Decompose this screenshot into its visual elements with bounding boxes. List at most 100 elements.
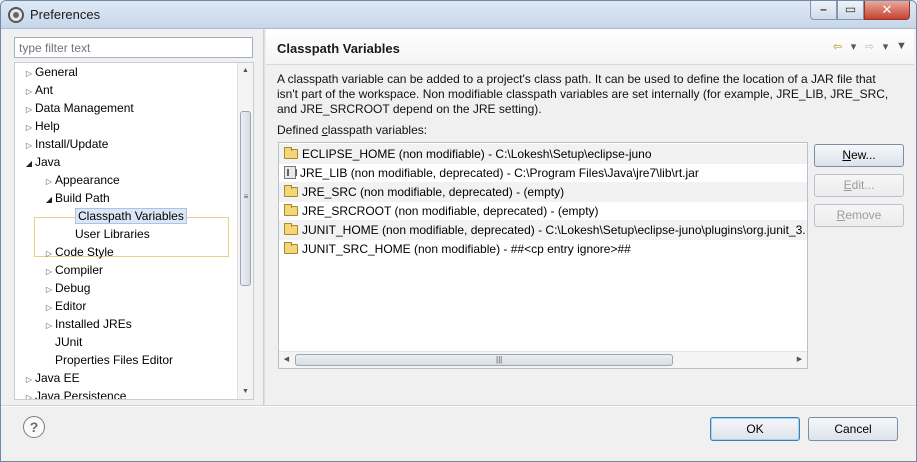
tree-item-label: User Libraries — [75, 227, 150, 241]
forward-dropdown-icon[interactable]: ▾ — [879, 40, 892, 53]
tree-item[interactable]: Properties Files Editor — [43, 351, 173, 369]
folder-icon — [284, 223, 298, 235]
remove-label: emove — [845, 208, 882, 222]
tree-item[interactable]: ◢ Java — [23, 153, 60, 171]
folder-icon — [284, 204, 298, 216]
page-title: Classpath Variables — [277, 41, 400, 56]
list-horizontal-scrollbar[interactable]: ◀ ||| ▶ — [279, 351, 807, 368]
page-header: Classpath Variables ⇦ ▾ ⇨ ▾ ▼ — [266, 29, 914, 65]
ok-button[interactable]: OK — [710, 417, 800, 441]
new-label: ew... — [850, 148, 876, 162]
list-item[interactable]: JRE_SRCROOT (non modifiable, deprecated)… — [279, 201, 807, 221]
list-item[interactable]: JRE_LIB (non modifiable, deprecated) - C… — [279, 163, 807, 183]
forward-arrow-icon[interactable]: ⇨ — [863, 40, 876, 53]
minimize-button[interactable]: – — [810, 1, 837, 20]
tree-item[interactable]: ▷ Java EE — [23, 369, 80, 387]
folder-icon — [284, 185, 298, 197]
grip-icon: ≡ — [243, 192, 249, 201]
tree-item[interactable]: ▷ Data Management — [23, 99, 134, 117]
minimize-icon: – — [820, 2, 827, 16]
new-button[interactable]: New... — [814, 144, 904, 167]
defined-label-suffix: lasspath variables: — [327, 123, 428, 137]
tree-item[interactable]: ▷ Appearance — [43, 171, 120, 189]
scroll-down-icon[interactable]: ▼ — [238, 384, 253, 399]
variable-text: JRE_SRCROOT (non modifiable, deprecated)… — [302, 204, 599, 218]
tree-vertical-scrollbar[interactable]: ▲ ≡ ▼ — [237, 63, 253, 399]
variable-text: JRE_LIB (non modifiable, deprecated) - C… — [300, 166, 699, 180]
tree-item[interactable]: Classpath Variables — [63, 207, 187, 225]
tree-item-label: Classpath Variables — [75, 208, 187, 224]
scroll-up-icon[interactable]: ▲ — [238, 63, 253, 78]
maximize-button[interactable]: ▭ — [837, 1, 864, 20]
help-icon[interactable]: ? — [23, 416, 45, 438]
close-button[interactable]: ✕ — [864, 1, 910, 20]
jar-icon — [284, 166, 297, 179]
filter-input[interactable] — [14, 37, 253, 58]
expanded-twisty-icon[interactable]: ◢ — [23, 155, 35, 173]
tree-item[interactable]: ▷ Installed JREs — [43, 315, 132, 333]
tree-item[interactable]: ▷ Compiler — [43, 261, 103, 279]
tree-item[interactable]: ▷ Code Style — [43, 243, 114, 261]
cancel-button[interactable]: Cancel — [808, 417, 898, 441]
window-title: Preferences — [30, 7, 101, 22]
tree-item-label: Appearance — [55, 173, 120, 187]
footer-divider — [1, 405, 916, 407]
tree-item-label: Compiler — [55, 263, 104, 277]
tree-item[interactable]: ▷ Help — [23, 117, 60, 135]
scroll-left-icon[interactable]: ◀ — [279, 352, 294, 368]
tree-item[interactable]: ◢ Build Path — [43, 189, 110, 207]
variable-text: JUNIT_HOME (non modifiable, deprecated) … — [302, 223, 806, 237]
variable-text: JRE_SRC (non modifiable, deprecated) - (… — [302, 185, 565, 199]
tree-item-label: Ant — [35, 83, 54, 97]
tree-item-label: Build Path — [55, 191, 110, 205]
tree-item-label: Install/Update — [35, 137, 109, 151]
edit-mnemonic: E — [843, 178, 852, 192]
maximize-icon: ▭ — [844, 2, 857, 16]
tree-item[interactable]: ▷ General — [23, 63, 78, 81]
tree-item[interactable]: ▷ Java Persistence — [23, 387, 127, 400]
tree-item[interactable]: ▷ Debug — [43, 279, 90, 297]
list-item[interactable]: JUNIT_HOME (non modifiable, deprecated) … — [279, 220, 807, 240]
tree-item[interactable]: ▷ Editor — [43, 297, 86, 315]
scroll-thumb[interactable]: ||| — [295, 354, 673, 366]
scroll-right-icon[interactable]: ▶ — [792, 352, 807, 368]
tree-item[interactable]: User Libraries — [63, 225, 150, 243]
remove-button[interactable]: Remove — [814, 204, 904, 227]
tree-item[interactable]: JUnit — [43, 333, 82, 351]
back-arrow-icon[interactable]: ⇦ — [831, 40, 844, 53]
expanded-twisty-icon[interactable]: ◢ — [43, 191, 55, 209]
tree-item-label: Editor — [55, 299, 87, 313]
edit-label: dit... — [851, 178, 875, 192]
view-menu-icon[interactable]: ▼ — [895, 40, 908, 53]
pane-splitter[interactable] — [263, 29, 265, 405]
list-item[interactable]: JUNIT_SRC_HOME (non modifiable) - ##<cp … — [279, 239, 807, 259]
tree-item-label: Debug — [55, 281, 91, 295]
tree-item-label: Java — [35, 155, 61, 169]
preference-tree-pane: ▲ ≡ ▼ ▷General▷Ant▷Data Management▷Help▷… — [1, 29, 263, 405]
variable-text: JUNIT_SRC_HOME (non modifiable) - ##<cp … — [302, 242, 631, 256]
scroll-thumb[interactable]: ≡ — [240, 111, 251, 286]
page-description: A classpath variable can be added to a p… — [277, 72, 889, 116]
tree-item[interactable]: ▷ Ant — [23, 81, 53, 99]
defined-variables-label: Defined classpath variables: — [277, 123, 427, 137]
classpath-variables-list[interactable]: JUNIT_SRC_HOME (non modifiable) - ##<cp … — [278, 142, 808, 369]
window-controls: – ▭ ✕ — [810, 1, 910, 21]
preference-page: Classpath Variables ⇦ ▾ ⇨ ▾ ▼ A classpat… — [266, 29, 914, 405]
remove-mnemonic: R — [836, 208, 846, 222]
eclipse-icon — [8, 7, 24, 23]
tree-item-label: Java Persistence — [35, 389, 127, 400]
preferences-dialog: Preferences – ▭ ✕ ▲ ≡ ▼ ▷General▷Ant▷Dat… — [0, 0, 917, 462]
list-item[interactable]: JRE_SRC (non modifiable, deprecated) - (… — [279, 182, 807, 202]
folder-icon — [284, 147, 298, 159]
tree-item-label: Data Management — [35, 101, 134, 115]
tree-item-label: General — [35, 65, 78, 79]
grip-icon: ||| — [496, 355, 503, 364]
back-dropdown-icon[interactable]: ▾ — [847, 40, 860, 53]
tree-item-label: Code Style — [55, 245, 114, 259]
tree-item[interactable]: ▷ Install/Update — [23, 135, 108, 153]
collapsed-twisty-icon[interactable]: ▷ — [23, 389, 35, 399]
variable-text: ECLIPSE_HOME (non modifiable) - C:\Lokes… — [302, 147, 652, 161]
page-navigation: ⇦ ▾ ⇨ ▾ ▼ — [831, 40, 908, 53]
list-item[interactable]: ECLIPSE_HOME (non modifiable) - C:\Lokes… — [279, 144, 807, 164]
edit-button[interactable]: Edit... — [814, 174, 904, 197]
